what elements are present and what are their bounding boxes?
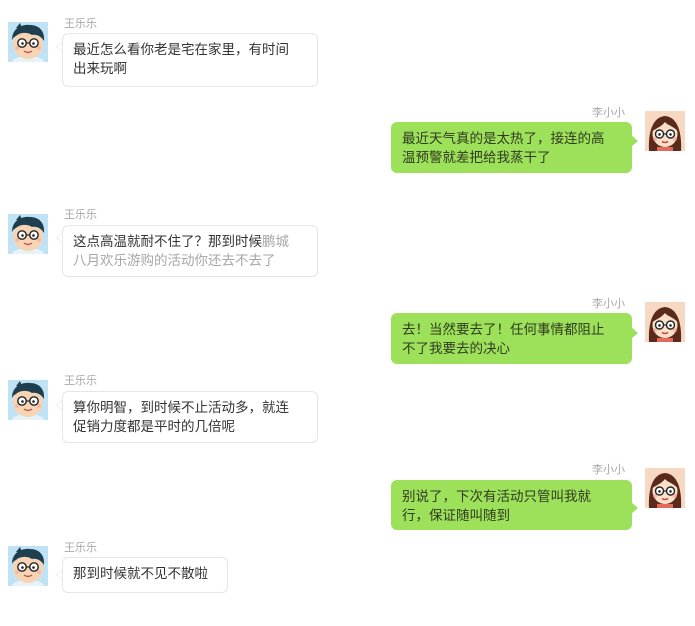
message-line: 这点高温就耐不住了？那到时候鹏城 xyxy=(73,233,307,252)
message-bubble[interactable]: 最近怎么看你老是宅在家里，有时间 出来玩啊 xyxy=(62,33,318,87)
message-bubble[interactable]: 最近天气真的是太热了，接连的高 温预警就差把给我蒸干了 xyxy=(391,122,632,173)
chat-window: 王乐乐 最近怎么看你老是宅在家里，有时间 出来玩啊 李小小 最近天气真的是太热了… xyxy=(0,0,695,626)
message-line: 那到时候就不见不散啦 xyxy=(73,566,208,582)
message-line: 算你明智，到时候不止活动多，就连 xyxy=(73,400,289,416)
message-bubble[interactable]: 去！当然要去了！任何事情都阻止 不了我要去的决心 xyxy=(391,313,632,364)
boy-avatar-icon[interactable] xyxy=(8,22,48,62)
message-line: 温预警就差把给我蒸干了 xyxy=(402,150,551,166)
message-text: 这点高温就耐不住了？那到时候 xyxy=(73,234,262,250)
sender-name: 王乐乐 xyxy=(64,17,97,30)
sender-name: 王乐乐 xyxy=(64,541,97,554)
girl-avatar-icon[interactable] xyxy=(645,468,685,508)
sender-name: 李小小 xyxy=(592,106,625,119)
girl-avatar-icon[interactable] xyxy=(645,302,685,342)
message-bubble[interactable]: 算你明智，到时候不止活动多，就连 促销力度都是平时的几倍呢 xyxy=(62,391,318,443)
message-line: 不了我要去的决心 xyxy=(402,341,510,357)
bubble-tail xyxy=(631,327,638,339)
sender-name: 王乐乐 xyxy=(64,208,97,221)
sender-name: 李小小 xyxy=(592,463,625,476)
boy-avatar-icon[interactable] xyxy=(8,546,48,586)
message-line: 最近天气真的是太热了，接连的高 xyxy=(402,131,605,147)
boy-avatar-icon[interactable] xyxy=(8,380,48,420)
message-text-faded: 鹏城 xyxy=(262,234,289,250)
message-line: 别说了，下次有活动只管叫我就 xyxy=(402,489,591,505)
bubble-tail xyxy=(631,502,638,514)
message-line: 八月欢乐游购的活动你还去不去了 xyxy=(73,253,276,269)
bubble-tail xyxy=(631,135,638,147)
message-bubble[interactable]: 这点高温就耐不住了？那到时候鹏城 八月欢乐游购的活动你还去不去了 xyxy=(62,225,318,277)
sender-name: 李小小 xyxy=(592,297,625,310)
message-bubble[interactable]: 那到时候就不见不散啦 xyxy=(62,557,228,593)
boy-avatar-icon[interactable] xyxy=(8,214,48,254)
message-line: 促销力度都是平时的几倍呢 xyxy=(73,419,235,435)
message-line: 最近怎么看你老是宅在家里，有时间 xyxy=(73,42,289,58)
message-line: 去！当然要去了！任何事情都阻止 xyxy=(402,322,605,338)
message-bubble[interactable]: 别说了，下次有活动只管叫我就 行，保证随叫随到 xyxy=(391,480,632,530)
message-line: 行，保证随叫随到 xyxy=(402,508,510,524)
message-line: 出来玩啊 xyxy=(73,61,127,77)
sender-name: 王乐乐 xyxy=(64,374,97,387)
girl-avatar-icon[interactable] xyxy=(645,111,685,151)
